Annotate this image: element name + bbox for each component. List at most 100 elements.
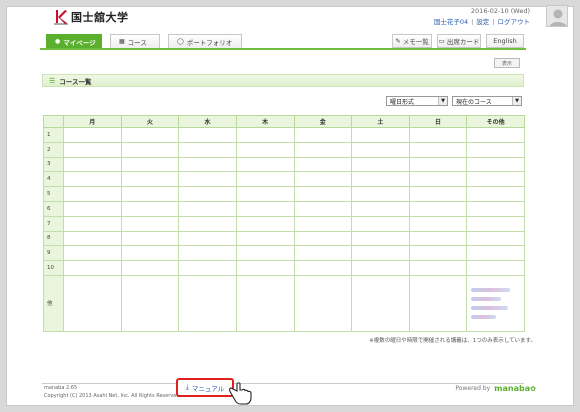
period-label: 4	[43, 171, 64, 188]
timetable-cell	[408, 245, 468, 262]
copyright-text: Copyright (C) 2013 Asahi Net, Inc. All R…	[44, 393, 182, 399]
course-filter-select[interactable]: 現在のコース ▼	[452, 96, 522, 106]
timetable-other-row: 他	[43, 274, 525, 332]
timetable-cell	[408, 186, 468, 202]
timetable-cell	[293, 245, 353, 262]
timetable-cell	[63, 245, 122, 262]
day-header: 金	[293, 115, 353, 128]
hand-cursor-icon	[228, 382, 254, 408]
tab-course[interactable]: ▦ コース	[110, 34, 160, 48]
timetable-cell	[466, 215, 525, 232]
display-toggle-button[interactable]: 表示	[494, 58, 520, 68]
timetable-cell	[235, 260, 295, 276]
day-header: 日	[408, 115, 468, 128]
day-header: 水	[178, 115, 237, 128]
timetable-cell	[466, 186, 525, 202]
timetable-cell	[178, 127, 237, 143]
timetable-cell	[235, 171, 295, 188]
timetable-cell	[235, 156, 295, 173]
corner-cell	[43, 115, 64, 128]
timetable-row: 1	[43, 127, 525, 143]
course-link-blurred[interactable]	[471, 305, 508, 310]
timetable-cell	[408, 171, 468, 188]
timetable-cell	[235, 215, 295, 232]
timetable-cell	[120, 245, 180, 262]
attendance-card-button[interactable]: ▭ 出席カード	[437, 34, 481, 48]
timetable-cell	[293, 274, 353, 332]
avatar[interactable]	[546, 5, 568, 27]
language-button[interactable]: English	[486, 34, 524, 48]
timetable-cell	[63, 186, 122, 202]
timetable-row: 8	[43, 230, 525, 247]
section-title: コース一覧	[59, 77, 92, 86]
timetable-cell	[178, 274, 237, 332]
timetable-cell	[120, 186, 180, 202]
timetable-cell	[120, 274, 180, 332]
timetable-cell	[293, 200, 353, 217]
timetable-cell	[408, 200, 468, 217]
university-logo[interactable]: 国士舘大学	[54, 9, 129, 25]
timetable-cell	[235, 186, 295, 202]
timetable-cell	[120, 200, 180, 217]
timetable-cell	[351, 245, 410, 262]
main-nav: ● マイページ ▦ コース ◯ ポートフォリオ ✎ メモ一覧 ▭ 出席カード E…	[40, 31, 526, 50]
timetable-cell	[63, 260, 122, 276]
timetable-cell	[120, 141, 180, 158]
tab-mypage[interactable]: ● マイページ	[46, 34, 102, 48]
timetable-row: 4	[43, 171, 525, 188]
manual-button[interactable]: ⤓ マニュアル	[176, 378, 234, 397]
timetable-note: ※複数の曜日や時限で開催される講義は、1つのみ表示しています。	[369, 338, 536, 344]
period-label: 8	[43, 230, 64, 247]
timetable-cell	[63, 171, 122, 188]
day-header: 土	[351, 115, 410, 128]
header-links: 国士花子04 | 設定 | ログアウト	[434, 17, 530, 28]
timetable-cell	[120, 156, 180, 173]
logout-link[interactable]: ログアウト	[498, 18, 531, 26]
timetable-cell	[351, 156, 410, 173]
course-link-blurred[interactable]	[471, 287, 511, 292]
course-filter-value: 現在のコース	[456, 98, 492, 106]
view-format-select[interactable]: 曜日形式 ▼	[386, 96, 448, 106]
timetable-row: 3	[43, 156, 525, 173]
settings-link[interactable]: 設定	[476, 18, 489, 26]
timetable-cell	[408, 127, 468, 143]
timetable-cell	[293, 141, 353, 158]
timetable-cell	[351, 215, 410, 232]
timetable-cell	[408, 230, 468, 247]
timetable-cell	[178, 200, 237, 217]
timetable-cell	[178, 141, 237, 158]
timetable-cell	[63, 274, 122, 332]
timetable-cell	[466, 230, 525, 247]
timetable-cell	[120, 127, 180, 143]
timetable-cell-other	[466, 274, 525, 332]
user-name-link[interactable]: 国士花子04	[434, 18, 468, 26]
timetable-cell	[351, 171, 410, 188]
current-date: 2016-02-10 (Wed)	[470, 7, 530, 15]
timetable-cell	[63, 200, 122, 217]
timetable-cell	[466, 200, 525, 217]
powered-by[interactable]: Powered by manaba ✿	[455, 384, 536, 393]
timetable-cell	[120, 215, 180, 232]
timetable-cell	[351, 186, 410, 202]
period-label: 6	[43, 200, 64, 217]
timetable-cell	[63, 156, 122, 173]
course-link-blurred[interactable]	[471, 296, 501, 301]
timetable-cell	[293, 156, 353, 173]
footer-info: manaba 2.65 Copyright (C) 2013 Asahi Net…	[44, 384, 181, 400]
course-link-blurred[interactable]	[471, 314, 496, 319]
period-label: 7	[43, 215, 64, 232]
tab-portfolio[interactable]: ◯ ポートフォリオ	[168, 34, 242, 48]
period-label: 9	[43, 245, 64, 262]
timetable-cell	[466, 141, 525, 158]
timetable-cell	[351, 141, 410, 158]
timetable-body: 1 2 3 4 5 6 7 8 9 10 他	[43, 127, 525, 332]
period-label: 1	[43, 127, 64, 143]
timetable-cell	[120, 230, 180, 247]
timetable-cell	[235, 274, 295, 332]
download-icon: ⤓	[185, 383, 189, 391]
logo-mark-icon	[54, 9, 68, 25]
timetable-cell	[351, 274, 410, 332]
memo-list-button[interactable]: ✎ メモ一覧	[392, 34, 432, 48]
timetable-cell	[408, 274, 468, 332]
day-header: 火	[120, 115, 180, 128]
